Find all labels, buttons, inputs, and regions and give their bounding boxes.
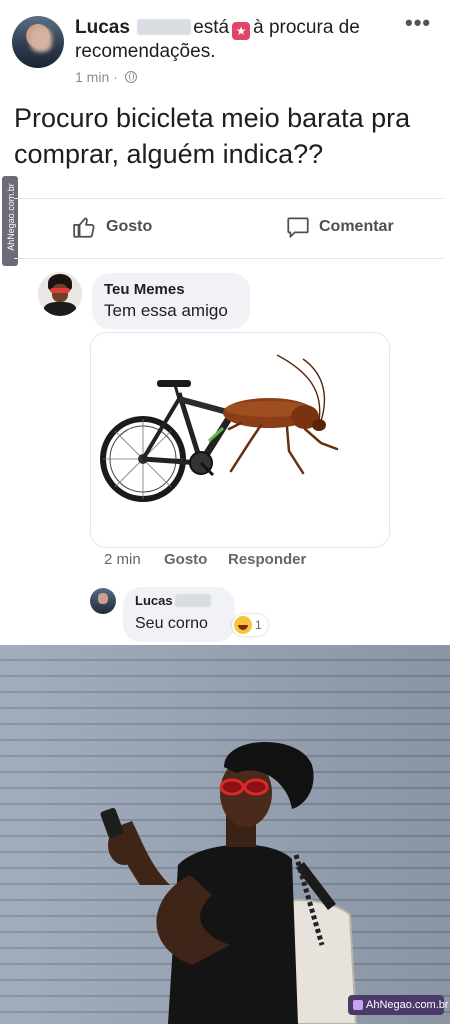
reply-text: Seu corno xyxy=(135,615,208,632)
person-with-phone-image xyxy=(100,741,358,1024)
post-time[interactable]: 1 min · xyxy=(75,69,137,85)
blurred-surname xyxy=(175,594,211,607)
more-options-icon[interactable]: ••• xyxy=(405,12,435,34)
comment-like-label: Gosto xyxy=(164,551,208,568)
comment-like-link[interactable]: Gosto xyxy=(164,551,207,568)
reply-avatar[interactable] xyxy=(90,588,116,614)
globe-icon xyxy=(124,71,137,83)
post-header: Lucas está ★ à procura de recomendações. xyxy=(75,16,395,64)
blurred-surname xyxy=(137,19,192,35)
comment-image[interactable] xyxy=(90,332,390,548)
side-watermark: AhNegao.com.br xyxy=(2,176,18,266)
comment-button[interactable]: Comentar xyxy=(285,212,394,242)
comment-label: Comentar xyxy=(319,218,394,235)
meme-photo: AhNegao.com.br xyxy=(0,645,450,1024)
comment-text: Tem essa amigo xyxy=(104,301,228,320)
reply-bubble: Lucas Seu corno xyxy=(123,587,235,642)
reply-author[interactable]: Lucas xyxy=(135,593,173,608)
facebook-post: Lucas está ★ à procura de recomendações. 1… xyxy=(0,0,450,645)
status-verb: está xyxy=(193,17,230,38)
author-avatar[interactable] xyxy=(12,16,64,68)
divider xyxy=(14,258,444,259)
haha-emoji-icon xyxy=(234,616,252,634)
photo-watermark: AhNegao.com.br xyxy=(348,995,449,1015)
commenter-avatar[interactable] xyxy=(38,272,82,316)
post-body: Procuro bicicleta meio barata pra compra… xyxy=(14,103,411,169)
like-label: Gosto xyxy=(106,218,153,235)
divider xyxy=(14,198,444,199)
comment-reply-label: Responder xyxy=(228,551,307,568)
reaction-count: 1 xyxy=(255,618,262,632)
post-time-text: 1 min xyxy=(75,69,110,85)
comment-author[interactable]: Teu Memes xyxy=(104,281,185,298)
thumbs-up-icon xyxy=(73,217,95,238)
author-name[interactable]: Lucas xyxy=(75,17,130,38)
reaction-badge[interactable]: 1 xyxy=(232,614,268,636)
cockroach-bicycle-image xyxy=(100,354,339,502)
side-watermark-text: AhNegao.com.br xyxy=(6,183,16,251)
like-button[interactable]: Gosto xyxy=(72,212,152,242)
comment-time: 2 min xyxy=(104,551,141,568)
recommendation-icon: ★ xyxy=(232,22,251,40)
comment-icon xyxy=(287,217,309,238)
comment-bubble: Teu Memes Tem essa amigo xyxy=(92,273,250,329)
comment-reply-link[interactable]: Responder xyxy=(228,551,306,568)
